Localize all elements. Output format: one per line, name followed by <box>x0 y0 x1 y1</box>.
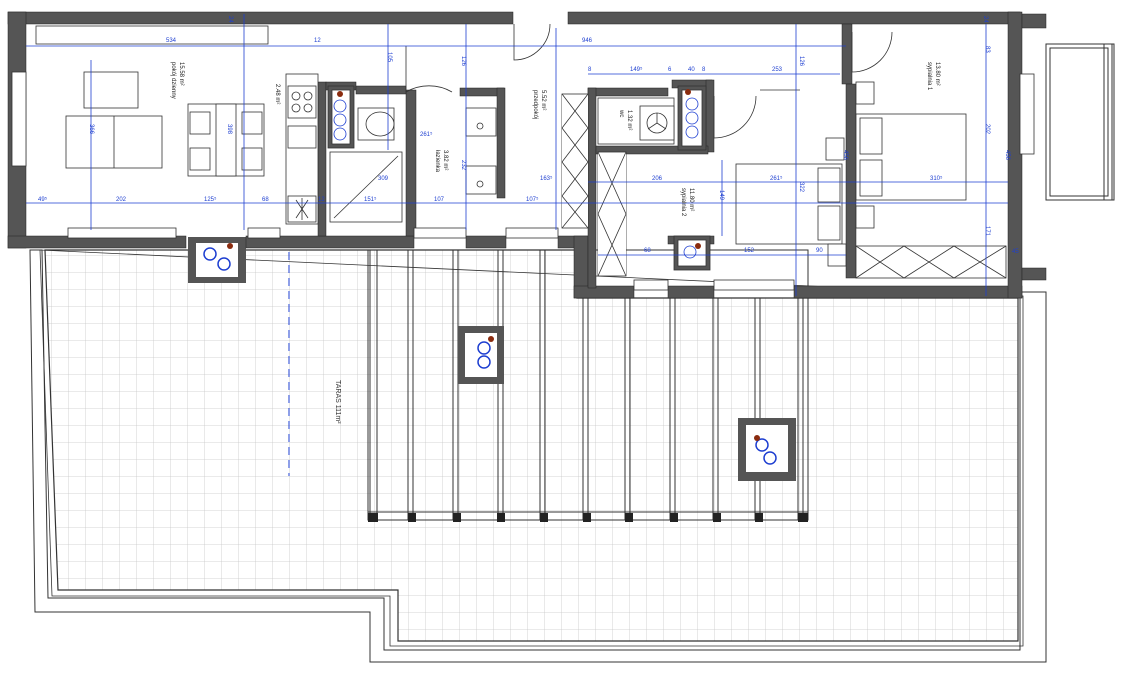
dim-125: 125⁵ <box>204 196 217 203</box>
planter-1 <box>188 237 246 283</box>
dim-8: 8 <box>588 67 592 73</box>
dim-456b: 456 <box>842 150 848 161</box>
dim-163: 163⁵ <box>540 175 553 182</box>
dim-105: 105 <box>386 52 392 63</box>
planter-3 <box>738 418 796 481</box>
bed2-area: 11.80 m² <box>688 188 694 211</box>
terrace: TARAS 111m² <box>29 249 1047 663</box>
dim-322: 322 <box>798 182 804 193</box>
planter-2 <box>458 326 504 384</box>
dim-310: 310⁵ <box>930 175 943 182</box>
living-room-name: pokój dzienny <box>170 62 176 99</box>
dim-366: 366 <box>88 124 94 135</box>
dim-8b: 8 <box>702 67 706 73</box>
dim-12b: 12 <box>318 197 325 203</box>
terrace-floor <box>44 249 1019 642</box>
bath-area: 3.82 m² <box>442 150 448 170</box>
dim-149b: 149 <box>718 190 724 201</box>
dim-6: 6 <box>668 67 672 73</box>
dim-202: 202 <box>116 197 127 203</box>
living-furniture <box>65 71 265 177</box>
bed2-name: sypialnia 2 <box>680 188 686 217</box>
dim-12: 12 <box>314 38 321 44</box>
terrace-label: TARAS 111m² <box>334 380 341 424</box>
hall-area: 5.52 m² <box>540 90 546 110</box>
dim-149: 149⁵ <box>630 66 643 73</box>
wc-name: wc <box>618 109 624 117</box>
dim-151: 151⁵ <box>364 196 377 203</box>
dim-152: 152 <box>744 248 755 254</box>
dim-68: 68 <box>262 197 269 203</box>
dim-107b: 107⁵ <box>526 196 539 203</box>
bed1-area: 13.80 m² <box>934 62 940 86</box>
dim-206: 206 <box>652 176 663 182</box>
dim-534: 534 <box>166 38 177 44</box>
dim-126: 126 <box>460 56 466 67</box>
bed1-name: sypialnia 1 <box>926 62 932 91</box>
dim-253: 253 <box>772 67 783 73</box>
dim-40: 40 <box>688 67 695 73</box>
hall-wardrobe <box>561 93 589 229</box>
dim-107a: 107 <box>434 197 445 203</box>
dim-232: 232 <box>460 160 466 171</box>
dim-456: 456 <box>1004 150 1010 161</box>
dim-24: 24 <box>227 16 233 23</box>
dim-68b: 68 <box>644 248 651 254</box>
dim-202: 202 <box>984 124 990 135</box>
dim-171: 171 <box>984 226 990 237</box>
dim-398: 398 <box>226 124 232 135</box>
dim-90: 90 <box>816 248 823 254</box>
dim-45: 45 <box>1012 249 1019 255</box>
dim-126b: 126 <box>798 56 804 67</box>
dim-49: 49⁵ <box>38 196 48 203</box>
dim-261b: 261⁵ <box>770 175 783 182</box>
kitchen <box>285 73 319 225</box>
wc-area: 1.32 m² <box>626 110 632 130</box>
bath-name: łazienka <box>434 150 440 173</box>
dim-24b: 24 <box>982 16 988 23</box>
floor-plan: TARAS 111m² 534 12 946 149⁵ 40 253 49⁵ 2… <box>7 11 1115 663</box>
balcony <box>1045 43 1115 201</box>
dim-261: 261⁵ <box>420 131 433 138</box>
living-room-area: 15.58 m² <box>178 62 184 86</box>
kitchen-area: 2.48 m² <box>274 84 280 104</box>
dim-309: 309 <box>378 176 389 182</box>
dim-946: 946 <box>582 38 593 44</box>
hall-name: przedpokój <box>532 90 538 119</box>
dim-83: 83 <box>984 46 990 53</box>
